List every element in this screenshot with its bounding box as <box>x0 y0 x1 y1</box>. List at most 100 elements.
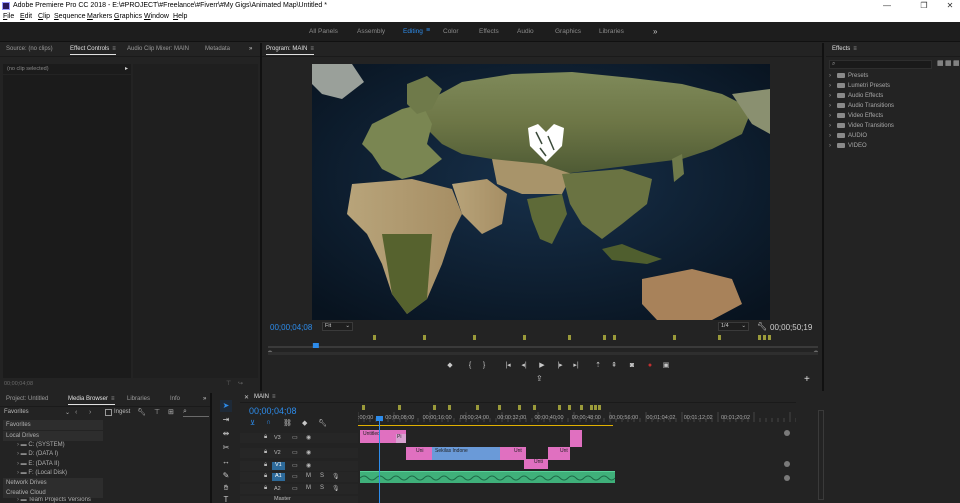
program-marker[interactable] <box>758 335 761 340</box>
eye-icon[interactable]: ◉ <box>306 462 311 469</box>
timeline-playhead-handle[interactable] <box>376 416 383 421</box>
tab-sequence-main[interactable]: MAIN ≡ <box>254 394 276 400</box>
sequence-menu-icon[interactable]: ≡ <box>272 394 276 400</box>
eye-icon[interactable]: ◉ <box>306 434 311 441</box>
eye-icon[interactable]: ◉ <box>306 449 311 456</box>
effects-item-audio-effects[interactable]: › Audio Effects <box>829 93 883 99</box>
workspace-effects[interactable]: Effects <box>479 28 499 35</box>
tree-item[interactable]: Network Drives <box>3 478 103 488</box>
workspace-assembly[interactable]: Assembly <box>357 28 385 35</box>
tree-item-team-projects[interactable]: › ▬ Team Projects Versions <box>3 497 103 503</box>
clip-v2-uni[interactable]: Uni <box>406 447 432 460</box>
program-marker[interactable] <box>763 335 766 340</box>
lock-icon[interactable]: 🔒︎ <box>264 434 267 441</box>
effects-item-audio[interactable]: › AUDIO <box>829 133 867 139</box>
add-button-icon[interactable]: + <box>804 374 810 385</box>
tab-metadata[interactable]: Metadata <box>205 46 230 52</box>
view-settings-icon[interactable]: ⊞ <box>168 408 174 416</box>
effects-search-input[interactable]: ⌕ <box>829 60 932 69</box>
track-name[interactable]: A1 <box>272 473 285 481</box>
program-marker[interactable] <box>373 335 376 340</box>
clip-v1-unti[interactable]: Unti <box>524 459 548 469</box>
lock-icon[interactable]: 🔒︎ <box>264 449 267 456</box>
mute-icon[interactable]: M <box>306 485 311 491</box>
menu-help[interactable]: Help <box>173 13 187 20</box>
menu-sequence[interactable]: Sequence <box>54 13 86 20</box>
track-height-handle[interactable] <box>784 430 790 436</box>
play-icon[interactable]: ▶ <box>536 360 548 372</box>
tab-program[interactable]: Program: MAIN ≡ <box>266 46 314 55</box>
track-name[interactable]: V1 <box>272 462 285 470</box>
close-icon[interactable]: ✕ <box>936 0 960 12</box>
32bit-effects-icon[interactable]: ▦ <box>945 59 952 67</box>
program-marker[interactable] <box>423 335 426 340</box>
export-icon[interactable]: ↪ <box>238 380 243 387</box>
program-marker[interactable] <box>673 335 676 340</box>
tab-libraries[interactable]: Libraries <box>127 396 150 402</box>
effects-item-video-effects[interactable]: › Video Effects <box>829 113 883 119</box>
tree-item[interactable]: Favorites <box>3 420 103 430</box>
clip-v2-blue[interactable] <box>478 447 500 460</box>
record-icon[interactable]: ● <box>644 360 656 372</box>
insert-overwrite-icon[interactable]: ⊻ <box>250 419 255 427</box>
export-frame-icon[interactable]: ◙ <box>626 360 638 372</box>
program-video-frame[interactable] <box>312 64 770 320</box>
tab-effect-controls[interactable]: Effect Controls ≡ <box>70 46 116 55</box>
toggle-sync-icon[interactable]: ▭ <box>292 434 298 441</box>
expand-arrow-icon[interactable]: ▸ <box>125 65 128 72</box>
timeline-settings-icon[interactable]: 🔧︎ <box>318 419 327 427</box>
linked-selection-icon[interactable]: ⛓︎ <box>283 419 292 427</box>
microphone-icon[interactable]: 🎙︎ <box>332 473 340 480</box>
clip-v2-unt[interactable]: Unt <box>500 447 526 460</box>
toggle-sync-icon[interactable]: ▭ <box>292 473 298 480</box>
menu-clip[interactable]: Clip <box>38 13 50 20</box>
solo-icon[interactable]: S <box>320 485 324 491</box>
microphone-icon[interactable]: 🎙︎ <box>332 485 340 492</box>
program-marker[interactable] <box>523 335 526 340</box>
ingest-settings-icon[interactable]: 🔧︎ <box>137 408 146 416</box>
program-marker[interactable] <box>568 335 571 340</box>
program-menu-icon[interactable]: ≡ <box>310 46 314 52</box>
razor-tool-icon[interactable]: ✂ <box>220 442 232 454</box>
effects-item-presets[interactable]: › Presets <box>829 73 868 79</box>
back-icon[interactable]: ‹ <box>75 409 77 416</box>
workspace-graphics[interactable]: Graphics <box>555 28 581 35</box>
tab-info[interactable]: Info <box>170 396 180 402</box>
lock-icon[interactable]: 🔒︎ <box>264 485 267 492</box>
tree-item-drive[interactable]: › ▬ D: (DATA I) <box>3 449 103 459</box>
close-tab-icon[interactable]: ✕ <box>244 394 249 401</box>
effects-item-audio-transitions[interactable]: › Audio Transitions <box>829 103 894 109</box>
program-timecode[interactable]: 00;00;04;08 <box>270 323 312 332</box>
track-height-handle[interactable] <box>784 475 790 481</box>
fit-dropdown[interactable]: Fit ⌄ <box>322 322 353 331</box>
type-tool-icon[interactable]: T <box>220 494 232 503</box>
favorites-dropdown[interactable]: Favorites ⌄ <box>4 409 72 418</box>
minimize-icon[interactable]: — <box>873 0 901 12</box>
selection-tool-icon[interactable]: ➤ <box>220 400 232 412</box>
audio-clip-a1[interactable] <box>360 471 615 483</box>
program-playhead[interactable] <box>312 343 319 348</box>
media-search-input[interactable]: ⌕ <box>183 408 209 417</box>
tab-project[interactable]: Project: Untitled <box>6 396 48 402</box>
tab-source[interactable]: Source: (no clips) <box>6 46 53 52</box>
export-icon[interactable]: ⇪ <box>536 374 543 383</box>
program-marker[interactable] <box>718 335 721 340</box>
timeline-playhead[interactable] <box>379 418 380 503</box>
panel-menu-icon[interactable]: ≡ <box>111 396 115 402</box>
ripple-edit-tool-icon[interactable]: ⇹ <box>220 428 232 440</box>
pen-tool-icon[interactable]: ✎ <box>220 470 232 482</box>
more-workspaces-icon[interactable]: » <box>653 27 657 36</box>
mark-in-icon[interactable]: { <box>464 360 476 372</box>
menu-markers[interactable]: Markers <box>87 13 112 20</box>
menu-edit[interactable]: Edit <box>20 13 32 20</box>
effects-menu-icon[interactable]: ≡ <box>853 46 857 52</box>
add-marker-icon[interactable]: ◆ <box>444 360 456 372</box>
step-back-icon[interactable]: ◂| <box>518 360 530 372</box>
workspace-editing[interactable]: Editing <box>403 28 423 35</box>
toggle-sync-icon[interactable]: ▭ <box>292 485 298 492</box>
track-select-tool-icon[interactable]: ⇥ <box>220 414 232 426</box>
hand-tool-icon[interactable]: ✋︎ <box>220 482 232 494</box>
playback-resolution-dropdown[interactable]: 1/4 ⌄ <box>718 322 749 331</box>
go-to-in-icon[interactable]: |◂ <box>502 360 514 372</box>
forward-icon[interactable]: › <box>89 409 91 416</box>
